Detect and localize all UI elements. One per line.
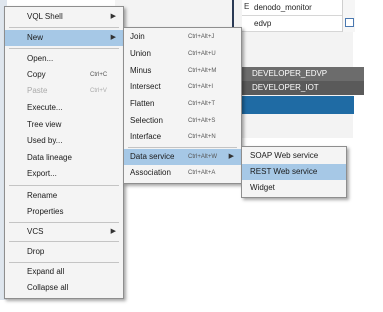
menu-item-label: VQL Shell bbox=[27, 12, 63, 21]
menu-item-label: Properties bbox=[27, 207, 64, 216]
menu-separator bbox=[128, 147, 237, 148]
menu-item-label: Rename bbox=[27, 191, 58, 200]
db-band-iot: DEVELOPER_IOT bbox=[242, 81, 364, 95]
menu-item-tree-view[interactable]: Tree view bbox=[5, 117, 123, 133]
menu-separator bbox=[9, 222, 119, 223]
menu-item-label: Data service bbox=[130, 152, 175, 161]
db-band-edvp: DEVELOPER_EDVP bbox=[242, 67, 364, 81]
menu-item-copy[interactable]: Copy Ctrl+C bbox=[5, 67, 123, 83]
menu-item-label: Open... bbox=[27, 54, 54, 63]
menu-item-label: Minus bbox=[130, 66, 152, 75]
menu-item-label: Tree view bbox=[27, 120, 62, 129]
menu-separator bbox=[9, 48, 119, 49]
menu-item-shortcut: Ctrl+Alt+S bbox=[188, 118, 216, 124]
menu-item-paste[interactable]: Paste Ctrl+V bbox=[5, 83, 123, 99]
menu-item-label: Flatten bbox=[130, 99, 155, 108]
menu-item-shortcut: Ctrl+Alt+A bbox=[188, 170, 216, 176]
menu-item-intersect[interactable]: Intersect Ctrl+Alt+I bbox=[124, 79, 241, 95]
menu-item-drop[interactable]: Drop bbox=[5, 244, 123, 260]
triangle-right-icon: ▶ bbox=[110, 228, 116, 235]
menu-item-interface[interactable]: Interface Ctrl+Alt+N bbox=[124, 129, 241, 145]
menu-item-label: Expand all bbox=[27, 267, 65, 276]
menu-item-label: Paste bbox=[27, 86, 48, 95]
grid-cell[interactable]: edvp bbox=[242, 16, 354, 32]
menu-item-label: Interface bbox=[130, 132, 162, 141]
menu-item-label: New bbox=[27, 33, 44, 42]
grid-cell[interactable]: denodo_monitor bbox=[242, 0, 354, 16]
menu-item-label: Collapse all bbox=[27, 283, 69, 292]
menu-item-shortcut: Ctrl+Alt+W bbox=[188, 154, 218, 160]
menu-item-shortcut: Ctrl+Alt+U bbox=[188, 51, 216, 57]
menu-item-label: Data lineage bbox=[27, 153, 72, 162]
menu-item-data-service[interactable]: Data service Ctrl+Alt+W ▶ bbox=[124, 149, 241, 165]
menu-item-vql-shell[interactable]: VQL Shell ▶ bbox=[5, 9, 123, 25]
menu-item-export[interactable]: Export... bbox=[5, 166, 123, 182]
new-submenu: Join Ctrl+Alt+J Union Ctrl+Alt+U Minus C… bbox=[123, 27, 242, 184]
menu-item-join[interactable]: Join Ctrl+Alt+J bbox=[124, 29, 241, 45]
menu-item-flatten[interactable]: Flatten Ctrl+Alt+T bbox=[124, 96, 241, 112]
menu-item-label: Widget bbox=[250, 183, 275, 192]
triangle-right-icon: ▶ bbox=[110, 13, 116, 20]
menu-item-label: SOAP Web service bbox=[250, 151, 319, 160]
menu-item-new[interactable]: New ▶ bbox=[5, 30, 123, 46]
menu-item-widget[interactable]: Widget bbox=[242, 180, 346, 196]
selected-tree-row bbox=[242, 96, 354, 114]
menu-item-shortcut: Ctrl+Alt+I bbox=[188, 84, 214, 90]
triangle-right-icon: ▶ bbox=[228, 153, 234, 160]
menu-item-union[interactable]: Union Ctrl+Alt+U bbox=[124, 46, 241, 62]
menu-separator bbox=[9, 27, 119, 28]
menu-separator bbox=[9, 241, 119, 242]
menu-item-expand-all[interactable]: Expand all bbox=[5, 264, 123, 280]
triangle-right-icon: ▶ bbox=[110, 34, 116, 41]
grid-fragment: E bbox=[244, 2, 250, 11]
menu-item-label: Selection bbox=[130, 116, 163, 125]
menu-item-rest-web-service[interactable]: REST Web service bbox=[242, 164, 346, 180]
menu-item-execute[interactable]: Execute... bbox=[5, 100, 123, 116]
data-service-submenu: SOAP Web service REST Web service Widget bbox=[241, 146, 347, 198]
menu-item-used-by[interactable]: Used by... bbox=[5, 133, 123, 149]
menu-separator bbox=[9, 262, 119, 263]
panel-divider bbox=[232, 0, 234, 30]
menu-separator bbox=[9, 185, 119, 186]
menu-item-label: Association bbox=[130, 168, 171, 177]
menu-item-label: Intersect bbox=[130, 82, 161, 91]
menu-item-label: Drop bbox=[27, 247, 45, 256]
menu-item-data-lineage[interactable]: Data lineage bbox=[5, 150, 123, 166]
menu-item-label: Execute... bbox=[27, 103, 63, 112]
checkbox-icon[interactable] bbox=[345, 18, 354, 27]
menu-item-vcs[interactable]: VCS ▶ bbox=[5, 224, 123, 240]
menu-item-label: Copy bbox=[27, 70, 46, 79]
menu-item-label: Used by... bbox=[27, 136, 63, 145]
menu-item-shortcut: Ctrl+Alt+N bbox=[188, 134, 216, 140]
menu-item-shortcut: Ctrl+V bbox=[90, 88, 107, 94]
menu-item-open[interactable]: Open... bbox=[5, 51, 123, 67]
menu-item-label: Union bbox=[130, 49, 151, 58]
grid-checkbox-column bbox=[342, 0, 355, 32]
menu-item-shortcut: Ctrl+Alt+J bbox=[188, 34, 215, 40]
menu-item-minus[interactable]: Minus Ctrl+Alt+M bbox=[124, 63, 241, 79]
menu-item-shortcut: Ctrl+C bbox=[90, 72, 108, 78]
menu-item-selection[interactable]: Selection Ctrl+Alt+S bbox=[124, 113, 241, 129]
menu-item-association[interactable]: Association Ctrl+Alt+A bbox=[124, 165, 241, 181]
menu-item-label: Join bbox=[130, 32, 145, 41]
menu-item-properties[interactable]: Properties bbox=[5, 204, 123, 220]
menu-item-shortcut: Ctrl+Alt+T bbox=[188, 101, 216, 107]
context-menu: VQL Shell ▶ New ▶ Open... Copy Ctrl+C Pa… bbox=[4, 6, 124, 299]
menu-item-collapse-all[interactable]: Collapse all bbox=[5, 280, 123, 296]
menu-item-soap-web-service[interactable]: SOAP Web service bbox=[242, 148, 346, 164]
menu-item-label: REST Web service bbox=[250, 167, 318, 176]
menu-item-label: Export... bbox=[27, 169, 57, 178]
menu-item-rename[interactable]: Rename bbox=[5, 188, 123, 204]
menu-item-label: VCS bbox=[27, 227, 44, 236]
menu-item-shortcut: Ctrl+Alt+M bbox=[188, 68, 217, 74]
